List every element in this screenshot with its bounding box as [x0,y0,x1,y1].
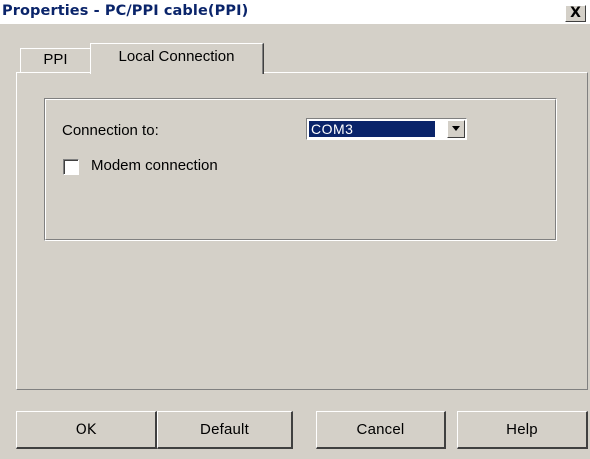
window-title: Properties - PC/PPI cable(PPI) [2,3,249,19]
close-button[interactable]: X [565,5,586,22]
ok-button-label: OK [75,422,97,438]
connection-port-value: COM3 [309,121,435,137]
title-bar[interactable]: Properties - PC/PPI cable(PPI) X [0,0,590,24]
default-button-label: Default [200,421,249,438]
modem-connection-checkbox[interactable] [63,159,79,175]
tab-local-connection-label: Local Connection [118,48,235,65]
chevron-down-icon [452,126,460,131]
tab-ppi-label: PPI [43,51,68,68]
tab-local-connection[interactable]: Local Connection [90,43,264,74]
connection-to-label: Connection to: [62,122,159,139]
connection-port-select[interactable]: COM3 [306,118,467,140]
tab-ppi[interactable]: PPI [20,48,90,72]
ok-button[interactable]: OK [16,411,157,449]
modem-connection-label[interactable]: Modem connection [91,157,218,174]
help-button[interactable]: Help [457,411,588,449]
cancel-button-label: Cancel [356,421,405,438]
help-button-label: Help [506,421,538,438]
dropdown-button[interactable] [447,120,465,138]
cancel-button[interactable]: Cancel [316,411,446,449]
properties-dialog: Properties - PC/PPI cable(PPI) X PPI Loc… [0,0,590,459]
close-icon: X [570,5,581,21]
default-button[interactable]: Default [157,411,293,449]
